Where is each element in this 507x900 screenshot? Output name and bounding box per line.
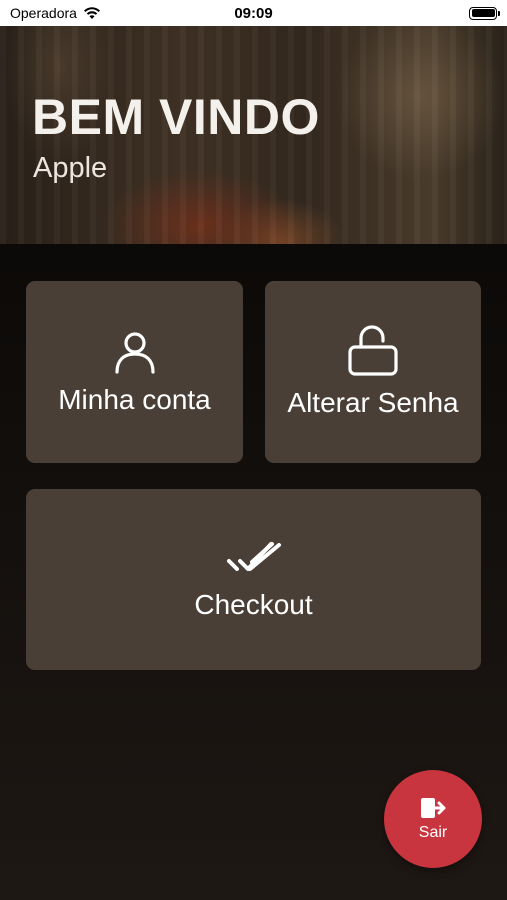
welcome-title: BEM VINDO <box>32 89 320 145</box>
status-bar: Operadora 09:09 <box>0 0 507 26</box>
user-icon <box>114 332 155 374</box>
my-account-label: Minha conta <box>58 384 211 415</box>
battery-icon <box>469 6 500 20</box>
battery-fill <box>471 9 495 17</box>
status-left: Operadora <box>10 5 160 21</box>
checkout-label: Checkout <box>194 588 313 620</box>
clock: 09:09 <box>234 4 273 22</box>
my-account-button[interactable]: Minha conta <box>26 281 243 463</box>
logout-button[interactable]: Sair <box>384 770 482 868</box>
logout-label: Sair <box>418 824 448 841</box>
header-banner: BEM VINDO Apple <box>0 26 507 244</box>
change-password-button[interactable]: Alterar Senha <box>265 281 481 463</box>
status-right <box>347 6 500 20</box>
user-name: Apple <box>33 152 108 184</box>
wifi-icon <box>83 7 100 19</box>
carrier-label: Operadora <box>10 5 77 21</box>
unlock-icon <box>348 325 398 376</box>
logout-icon <box>421 798 446 818</box>
change-password-label: Alterar Senha <box>287 387 459 418</box>
checkout-button[interactable]: Checkout <box>26 489 481 670</box>
double-check-icon <box>226 541 281 571</box>
